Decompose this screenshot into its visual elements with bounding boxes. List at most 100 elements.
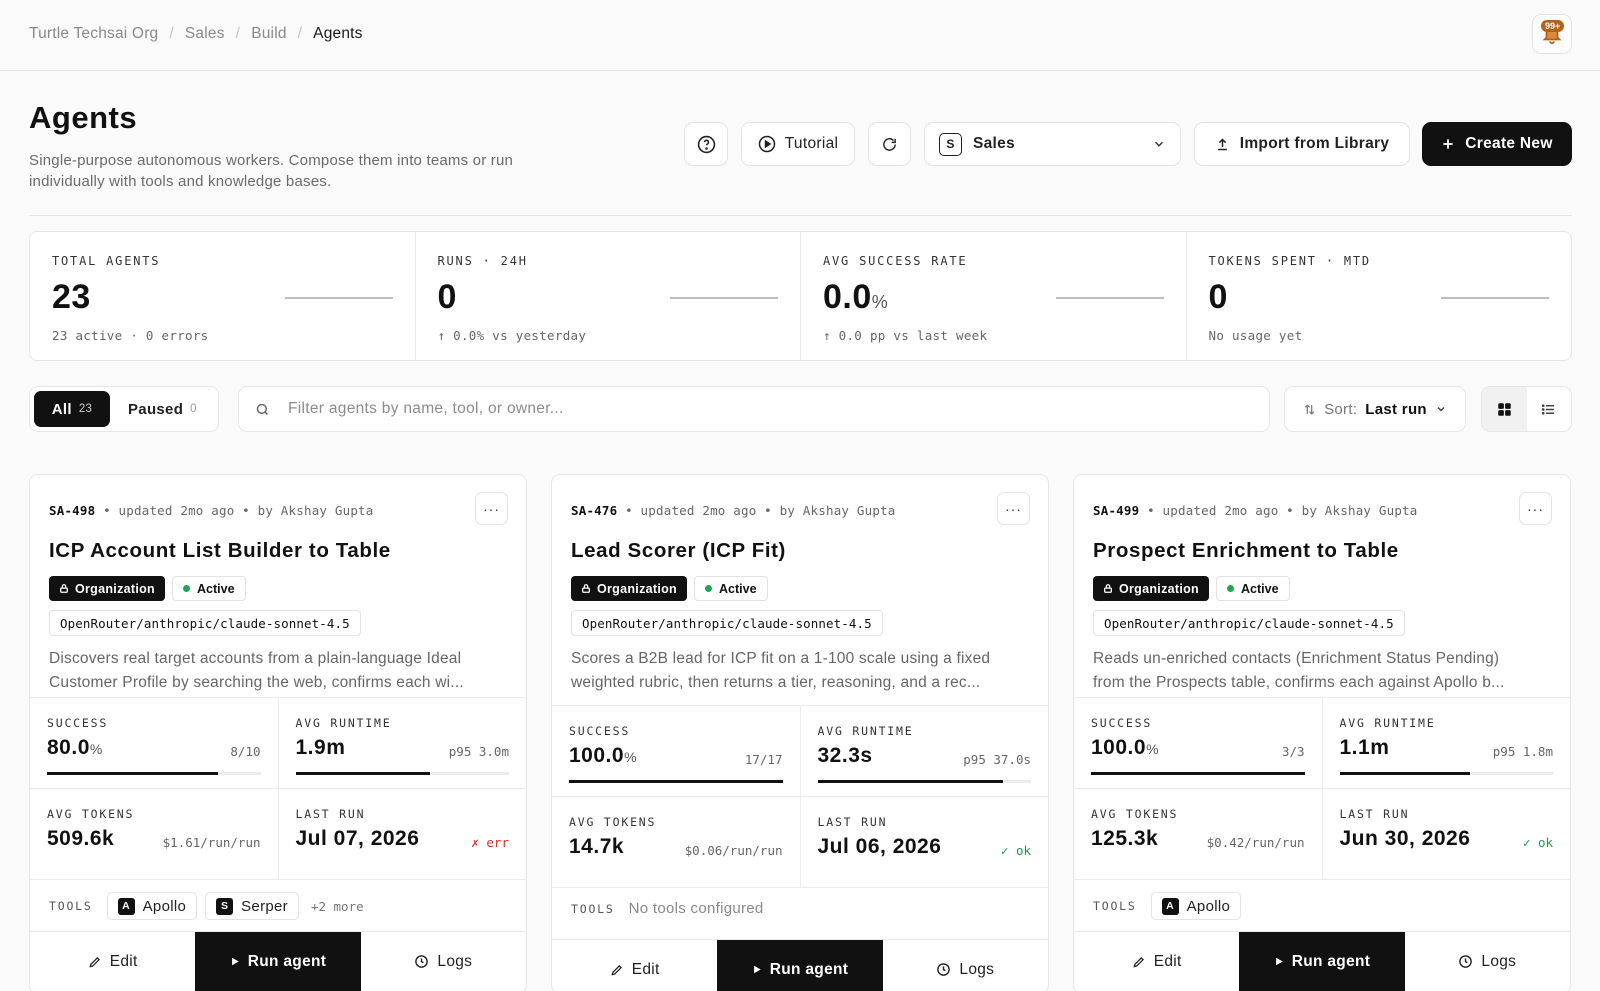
create-new-button[interactable]: Create New: [1422, 122, 1572, 166]
tool-chip[interactable]: A Apollo: [1150, 892, 1242, 920]
run-agent-button[interactable]: Run agent: [195, 932, 361, 991]
agent-description: Reads un-enriched contacts (Enrichment S…: [1093, 650, 1505, 691]
breadcrumb-current: Agents: [313, 25, 363, 42]
refresh-icon: [883, 137, 896, 151]
upload-icon: [1217, 137, 1227, 150]
list-icon: [1542, 403, 1555, 415]
ellipsis-icon: ···: [1527, 500, 1544, 517]
metric-last-run: LAST RUN Jul 06, 2026 ✓ ok: [817, 815, 1032, 858]
clock-icon: [937, 963, 951, 976]
agent-metrics: SUCCESS 100.0% 17/17 AVG RUNTIME 32.3s p95 37…: [552, 705, 1048, 888]
tutorial-button[interactable]: Tutorial: [741, 122, 855, 166]
team-avatar: S: [939, 132, 962, 156]
agent-name[interactable]: ICP Account List Builder to Table: [49, 539, 391, 563]
card-actions: Edit Run agent Logs: [30, 931, 526, 991]
chevron-down-icon: [1437, 407, 1445, 412]
more-options-button[interactable]: ···: [475, 492, 508, 525]
help-button[interactable]: [684, 122, 728, 166]
header-divider: [29, 215, 1572, 216]
logs-button[interactable]: Logs: [361, 932, 526, 991]
agent-name[interactable]: Prospect Enrichment to Table: [1093, 539, 1399, 563]
sparkline: [1441, 297, 1549, 299]
agent-card: SA-499 • updated 2mo ago • by Akshay Gup…: [1073, 474, 1571, 991]
grid-icon: [1498, 402, 1511, 416]
breadcrumb-separator: /: [235, 25, 241, 42]
lock-icon: [60, 584, 68, 593]
card-actions: Edit Run agent Logs: [552, 939, 1048, 991]
success-progress-bar: [47, 772, 261, 775]
top-bar: Turtle Techsai Org / Sales / Build / Age…: [0, 0, 1600, 71]
filter-paused-tab[interactable]: Paused 0: [128, 391, 197, 427]
run-status: ✗ err: [471, 835, 509, 850]
sort-icon: [1304, 403, 1315, 415]
lock-icon: [582, 584, 590, 593]
more-tools-link[interactable]: +2 more: [311, 899, 364, 914]
agent-card: SA-498 • updated 2mo ago • by Akshay Gup…: [29, 474, 527, 991]
agent-name[interactable]: Lead Scorer (ICP Fit): [571, 539, 786, 563]
agent-card: SA-476 • updated 2mo ago • by Akshay Gup…: [551, 474, 1049, 991]
breadcrumb-build[interactable]: Build: [251, 25, 286, 43]
breadcrumb-org[interactable]: Turtle Techsai Org: [29, 25, 158, 43]
success-progress-bar: [1091, 772, 1305, 775]
list-view-button[interactable]: [1527, 387, 1572, 431]
status-badge: Active: [694, 576, 768, 601]
agent-description: Discovers real target accounts from a pl…: [49, 650, 464, 691]
run-agent-button[interactable]: Run agent: [717, 940, 883, 991]
edit-button[interactable]: Edit: [552, 940, 717, 991]
breadcrumb: Turtle Techsai Org / Sales / Build / Age…: [29, 25, 363, 43]
lock-icon: [1104, 584, 1112, 593]
search-box: [238, 386, 1270, 432]
runtime-progress-bar: [295, 772, 509, 775]
pencil-icon: [611, 964, 622, 976]
agent-meta: SA-476 • updated 2mo ago • by Akshay Gup…: [571, 503, 896, 518]
agent-tools: TOOLS A Apollo S Serper +2 more: [49, 892, 364, 920]
metric-avg-runtime: AVG RUNTIME 1.9m p95 3.0m: [279, 698, 527, 788]
grid-view-button[interactable]: [1482, 387, 1527, 431]
breadcrumb-team[interactable]: Sales: [185, 25, 225, 43]
metric-avg-tokens: AVG TOKENS 14.7k $0.06/run/run: [552, 797, 801, 887]
filter-all-tab[interactable]: All 23: [34, 391, 110, 427]
tools-label: TOOLS: [571, 901, 615, 916]
metric-avg-runtime: AVG RUNTIME 32.3s p95 37.0s: [801, 706, 1049, 796]
metric-avg-tokens: AVG TOKENS 125.3k $0.42/run/run: [1074, 789, 1323, 879]
status-dot: [705, 585, 712, 592]
page-subtitle: Single-purpose autonomous workers. Compo…: [29, 152, 514, 190]
clock-icon: [1459, 955, 1473, 968]
ellipsis-icon: ···: [1005, 500, 1022, 517]
logs-button[interactable]: Logs: [883, 940, 1048, 991]
metric-success: SUCCESS 80.0% 8/10: [30, 698, 279, 788]
clock-icon: [415, 955, 429, 968]
card-actions: Edit Run agent Logs: [1074, 931, 1570, 991]
status-badge: Active: [172, 576, 246, 601]
stats-panel: TOTAL AGENTS 23 23 active · 0 errors RUN…: [29, 231, 1572, 361]
metric-avg-runtime: AVG RUNTIME 1.1m p95 1.8m: [1323, 698, 1571, 788]
team-select[interactable]: S Sales: [924, 122, 1181, 166]
refresh-button[interactable]: [868, 122, 911, 166]
sort-select[interactable]: Sort: Last run: [1284, 386, 1466, 432]
edit-button[interactable]: Edit: [30, 932, 195, 991]
runtime-progress-bar: [1339, 772, 1553, 775]
run-status: ✓ ok: [1000, 843, 1031, 858]
search-input[interactable]: [288, 400, 1188, 418]
success-progress-bar: [569, 780, 783, 783]
ellipsis-icon: ···: [483, 500, 500, 517]
import-from-library-button[interactable]: Import from Library: [1194, 122, 1410, 166]
tool-chip[interactable]: S Serper: [205, 892, 299, 920]
pencil-icon: [89, 956, 100, 968]
more-options-button[interactable]: ···: [997, 492, 1030, 525]
metric-avg-tokens: AVG TOKENS 509.6k $1.61/run/run: [30, 789, 279, 879]
agent-tools: TOOLS A Apollo: [1093, 892, 1242, 920]
stat-runs-24h: RUNS · 24H 0 ↑ 0.0% vs yesterday: [416, 232, 801, 360]
logs-button[interactable]: Logs: [1405, 932, 1570, 991]
more-options-button[interactable]: ···: [1519, 492, 1552, 525]
run-agent-button[interactable]: Run agent: [1239, 932, 1405, 991]
edit-button[interactable]: Edit: [1074, 932, 1239, 991]
status-dot: [183, 585, 190, 592]
tool-chip[interactable]: A Apollo: [106, 892, 198, 920]
sparkline: [1055, 297, 1164, 299]
play-icon: [1275, 957, 1283, 966]
sparkline: [284, 297, 393, 299]
sparkline: [670, 297, 778, 299]
notifications-button[interactable]: 99+: [1532, 14, 1572, 54]
run-status: ✓ ok: [1522, 835, 1553, 850]
